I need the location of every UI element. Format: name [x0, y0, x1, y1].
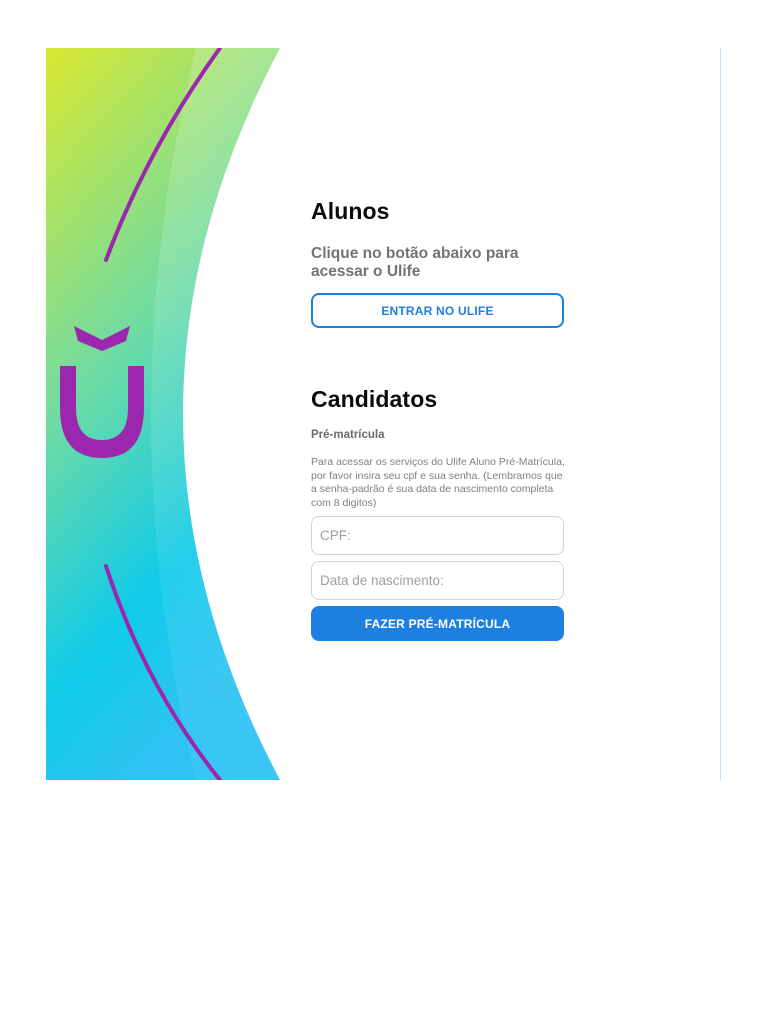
brand-banner-graphic [46, 48, 280, 780]
enter-ulife-button[interactable]: ENTRAR NO ULIFE [311, 293, 564, 328]
birthdate-input[interactable] [311, 561, 564, 600]
alunos-title: Alunos [311, 198, 390, 224]
candidatos-title: Candidatos [311, 386, 438, 412]
pre-matricula-description: Para acessar os serviços do Ulife Aluno … [311, 456, 565, 509]
pre-matricula-button[interactable]: FAZER PRÉ-MATRÍCULA [311, 606, 564, 641]
brand-banner [46, 48, 280, 780]
login-page: Alunos Clique no botão abaixo para acess… [0, 0, 768, 1024]
alunos-lead-text: Clique no botão abaixo para acessar o Ul… [311, 245, 519, 280]
frame-divider [720, 48, 721, 780]
login-panel: Alunos Clique no botão abaixo para acess… [311, 198, 565, 641]
pre-matricula-subtitle: Pré-matrícula [311, 429, 385, 441]
cpf-input[interactable] [311, 516, 564, 555]
